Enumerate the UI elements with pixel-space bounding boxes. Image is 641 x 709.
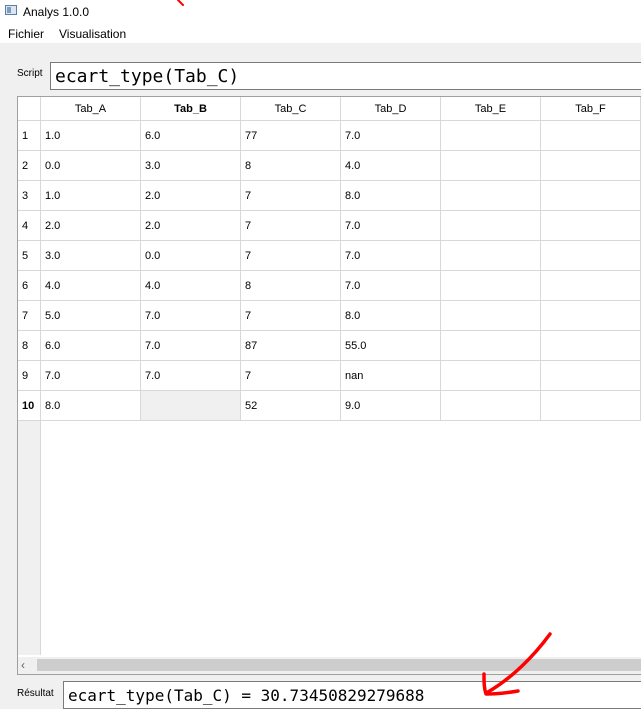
title-bar: Analys 1.0.0 [0, 0, 641, 22]
row-header[interactable]: 7 [18, 301, 41, 331]
row-header-empty-area [18, 421, 41, 655]
table-cell[interactable]: 7 [241, 301, 341, 331]
table-cell[interactable]: 1.0 [41, 181, 141, 211]
menu-bar: Fichier Visualisation [0, 22, 641, 43]
table-cell[interactable]: 0.0 [41, 151, 141, 181]
column-header-tab-c[interactable]: Tab_C [241, 97, 341, 121]
table-cell[interactable]: 52 [241, 391, 341, 421]
table-cell[interactable] [541, 121, 641, 151]
table-cell[interactable]: 4.0 [41, 271, 141, 301]
table-cell[interactable]: 7.0 [141, 331, 241, 361]
table-cell[interactable]: 2.0 [41, 211, 141, 241]
result-label: Résultat [17, 688, 54, 699]
table-cell[interactable]: 7 [241, 241, 341, 271]
table-cell[interactable]: 7.0 [41, 361, 141, 391]
table-cell[interactable]: 8.0 [41, 391, 141, 421]
table-cell[interactable] [441, 331, 541, 361]
table-cell[interactable] [441, 151, 541, 181]
table-cell[interactable]: 7.0 [141, 301, 241, 331]
table-cell[interactable]: 7.0 [341, 121, 441, 151]
table-cell[interactable]: 6.0 [141, 121, 241, 151]
table-cell[interactable]: 7.0 [341, 271, 441, 301]
table-cell[interactable] [441, 271, 541, 301]
row-header[interactable]: 1 [18, 121, 41, 151]
table-cell[interactable]: 6.0 [41, 331, 141, 361]
table-cell[interactable]: 8.0 [341, 301, 441, 331]
table-cell[interactable]: 7.0 [141, 361, 241, 391]
row-header[interactable]: 8 [18, 331, 41, 361]
table-cell[interactable] [141, 391, 241, 421]
row-header[interactable]: 5 [18, 241, 41, 271]
table-cell[interactable]: 9.0 [341, 391, 441, 421]
table-cell[interactable] [441, 121, 541, 151]
table-cell[interactable]: 77 [241, 121, 341, 151]
script-input[interactable] [50, 62, 641, 90]
app-window-icon [5, 5, 17, 15]
table-cell[interactable]: 4.0 [341, 151, 441, 181]
script-label: Script [17, 68, 43, 79]
table-cell[interactable] [541, 211, 641, 241]
table-cell[interactable]: 87 [241, 331, 341, 361]
row-header[interactable]: 10 [18, 391, 41, 421]
table-cell[interactable] [541, 391, 641, 421]
table-cell[interactable] [441, 181, 541, 211]
table-cell[interactable]: 7 [241, 361, 341, 391]
table-cell[interactable] [541, 301, 641, 331]
menu-visualisation[interactable]: Visualisation [59, 27, 126, 41]
table-cell[interactable]: 7 [241, 181, 341, 211]
table-cell[interactable]: nan [341, 361, 441, 391]
table-cell[interactable] [541, 331, 641, 361]
table-cell[interactable]: 4.0 [141, 271, 241, 301]
table-cell[interactable]: 0.0 [141, 241, 241, 271]
window-title: Analys 1.0.0 [23, 5, 90, 19]
table-cell[interactable]: 8.0 [341, 181, 441, 211]
table-cell[interactable] [441, 241, 541, 271]
row-header[interactable]: 9 [18, 361, 41, 391]
column-header-tab-f[interactable]: Tab_F [541, 97, 641, 121]
row-header[interactable]: 6 [18, 271, 41, 301]
column-header-tab-a[interactable]: Tab_A [41, 97, 141, 121]
table-cell[interactable] [441, 361, 541, 391]
menu-fichier[interactable]: Fichier [8, 27, 44, 41]
table-cell[interactable] [541, 151, 641, 181]
table-cell[interactable]: 8 [241, 271, 341, 301]
table-cell[interactable] [541, 241, 641, 271]
row-header[interactable]: 3 [18, 181, 41, 211]
table-cell[interactable]: 8 [241, 151, 341, 181]
horizontal-scrollbar[interactable]: ‹ [18, 657, 641, 674]
table-cell[interactable] [541, 361, 641, 391]
data-table[interactable]: ‹ Tab_A Tab_B Tab_C Tab_D Tab_E Tab_F 1 1.0 6.0 7… [17, 96, 641, 675]
table-cell[interactable]: 2.0 [141, 211, 241, 241]
column-header-tab-b[interactable]: Tab_B [141, 97, 241, 121]
table-corner-button[interactable] [18, 97, 41, 121]
table-cell[interactable] [441, 211, 541, 241]
column-header-tab-d[interactable]: Tab_D [341, 97, 441, 121]
table-cell[interactable]: 7.0 [341, 241, 441, 271]
table-cell[interactable]: 2.0 [141, 181, 241, 211]
scroll-left-arrow-icon[interactable]: ‹ [21, 658, 25, 672]
row-header[interactable]: 4 [18, 211, 41, 241]
table-cell[interactable]: 3.0 [141, 151, 241, 181]
table-cell[interactable] [541, 271, 641, 301]
table-cell[interactable]: 55.0 [341, 331, 441, 361]
column-header-tab-e[interactable]: Tab_E [441, 97, 541, 121]
table-cell[interactable]: 1.0 [41, 121, 141, 151]
table-cell[interactable]: 7 [241, 211, 341, 241]
table-cell[interactable]: 7.0 [341, 211, 441, 241]
table-cell[interactable] [541, 181, 641, 211]
table-cell[interactable]: 3.0 [41, 241, 141, 271]
table-cell[interactable] [441, 391, 541, 421]
table-cell[interactable]: 5.0 [41, 301, 141, 331]
table-cell[interactable] [441, 301, 541, 331]
scrollbar-thumb[interactable] [37, 659, 641, 671]
row-header[interactable]: 2 [18, 151, 41, 181]
